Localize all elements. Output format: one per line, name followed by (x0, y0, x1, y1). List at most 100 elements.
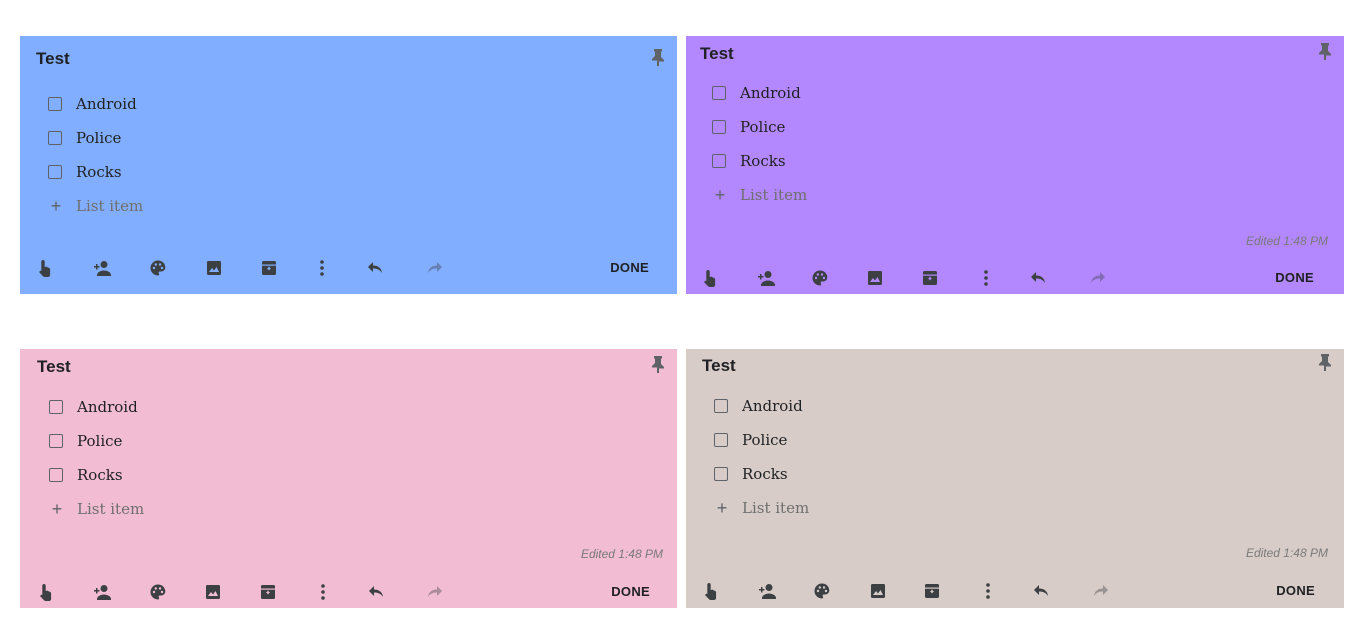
list-item: Rocks (49, 458, 144, 492)
note-title[interactable]: Test (37, 357, 71, 377)
palette-icon[interactable] (146, 253, 170, 283)
note-card-blue[interactable]: Test Android Police Rocks + List item DO… (20, 36, 677, 294)
list-item: Police (49, 424, 144, 458)
checkbox[interactable] (48, 165, 62, 179)
list-item-text[interactable]: Police (77, 432, 122, 450)
archive-icon[interactable] (918, 263, 942, 293)
done-button[interactable]: DONE (1276, 576, 1315, 606)
checkbox[interactable] (714, 433, 728, 447)
redo-icon[interactable] (1087, 576, 1111, 606)
checkbox[interactable] (712, 86, 726, 100)
undo-icon[interactable] (1031, 576, 1055, 606)
note-title[interactable]: Test (702, 356, 736, 376)
list-item: Rocks (714, 457, 809, 491)
undo-icon[interactable] (1028, 263, 1052, 293)
note-toolbar: DONE (686, 263, 1344, 293)
more-options-icon[interactable] (974, 263, 998, 293)
checkbox[interactable] (49, 468, 63, 482)
undo-icon[interactable] (366, 577, 390, 607)
list-item: Android (712, 76, 807, 110)
collaborator-icon[interactable] (755, 576, 779, 606)
checkbox[interactable] (714, 399, 728, 413)
image-icon[interactable] (202, 253, 226, 283)
pin-icon[interactable] (1318, 353, 1332, 371)
add-list-item-placeholder[interactable]: List item (740, 186, 807, 204)
edited-timestamp: Edited 1:48 PM (1245, 234, 1328, 248)
checklist: Android Police Rocks + List item (714, 389, 809, 525)
redo-icon[interactable] (1084, 263, 1108, 293)
remind-me-icon[interactable] (699, 263, 723, 293)
redo-icon[interactable] (421, 253, 445, 283)
remind-me-icon[interactable] (700, 576, 724, 606)
archive-icon[interactable] (256, 577, 280, 607)
list-item-text[interactable]: Rocks (76, 163, 122, 181)
note-card-beige[interactable]: Test Android Police Rocks + List item Ed… (686, 349, 1344, 608)
add-icon: + (51, 498, 63, 519)
add-icon: + (50, 195, 62, 216)
image-icon[interactable] (863, 263, 887, 293)
list-item: Android (49, 390, 144, 424)
done-button[interactable]: DONE (1275, 263, 1314, 293)
note-toolbar: DONE (686, 576, 1344, 606)
image-icon[interactable] (866, 576, 890, 606)
add-list-item[interactable]: + List item (712, 178, 807, 212)
checkbox[interactable] (712, 154, 726, 168)
list-item: Android (714, 389, 809, 423)
list-item: Police (48, 121, 143, 155)
list-item-text[interactable]: Rocks (77, 466, 123, 484)
note-toolbar: DONE (20, 577, 677, 607)
list-item-text[interactable]: Android (740, 84, 801, 102)
pin-icon[interactable] (1318, 42, 1332, 60)
undo-icon[interactable] (365, 253, 389, 283)
redo-icon[interactable] (421, 577, 445, 607)
list-item-text[interactable]: Police (742, 431, 787, 449)
image-icon[interactable] (201, 577, 225, 607)
checkbox[interactable] (49, 400, 63, 414)
palette-icon[interactable] (810, 576, 834, 606)
note-card-pink[interactable]: Test Android Police Rocks + List item Ed… (20, 349, 677, 608)
note-card-purple[interactable]: Test Android Police Rocks + List item Ed… (686, 36, 1344, 294)
add-list-item-placeholder[interactable]: List item (77, 500, 144, 518)
checkbox[interactable] (712, 120, 726, 134)
add-icon: + (716, 497, 728, 518)
list-item-text[interactable]: Android (77, 398, 138, 416)
collaborator-icon[interactable] (90, 577, 114, 607)
pin-icon[interactable] (651, 48, 665, 66)
archive-icon[interactable] (257, 253, 281, 283)
checkbox[interactable] (714, 467, 728, 481)
checklist: Android Police Rocks + List item (712, 76, 807, 212)
palette-icon[interactable] (808, 263, 832, 293)
add-list-item-placeholder[interactable]: List item (742, 499, 809, 517)
pin-icon[interactable] (651, 355, 665, 373)
checklist: Android Police Rocks + List item (48, 87, 143, 223)
add-list-item-placeholder[interactable]: List item (76, 197, 143, 215)
done-button[interactable]: DONE (610, 253, 649, 283)
archive-icon[interactable] (920, 576, 944, 606)
list-item-text[interactable]: Rocks (740, 152, 786, 170)
checklist: Android Police Rocks + List item (49, 390, 144, 526)
collaborator-icon[interactable] (90, 253, 114, 283)
list-item: Police (712, 110, 807, 144)
edited-timestamp: Edited 1:48 PM (1245, 546, 1328, 560)
note-title[interactable]: Test (700, 44, 734, 64)
more-options-icon[interactable] (310, 253, 334, 283)
list-item-text[interactable]: Android (742, 397, 803, 415)
add-list-item[interactable]: + List item (714, 491, 809, 525)
add-list-item[interactable]: + List item (48, 189, 143, 223)
list-item-text[interactable]: Android (76, 95, 137, 113)
list-item-text[interactable]: Rocks (742, 465, 788, 483)
checkbox[interactable] (48, 97, 62, 111)
done-button[interactable]: DONE (611, 577, 650, 607)
add-list-item[interactable]: + List item (49, 492, 144, 526)
palette-icon[interactable] (146, 577, 170, 607)
checkbox[interactable] (48, 131, 62, 145)
list-item-text[interactable]: Police (740, 118, 785, 136)
note-title[interactable]: Test (36, 49, 70, 69)
checkbox[interactable] (49, 434, 63, 448)
list-item-text[interactable]: Police (76, 129, 121, 147)
more-options-icon[interactable] (311, 577, 335, 607)
more-options-icon[interactable] (976, 576, 1000, 606)
remind-me-icon[interactable] (34, 253, 58, 283)
remind-me-icon[interactable] (35, 577, 59, 607)
collaborator-icon[interactable] (754, 263, 778, 293)
